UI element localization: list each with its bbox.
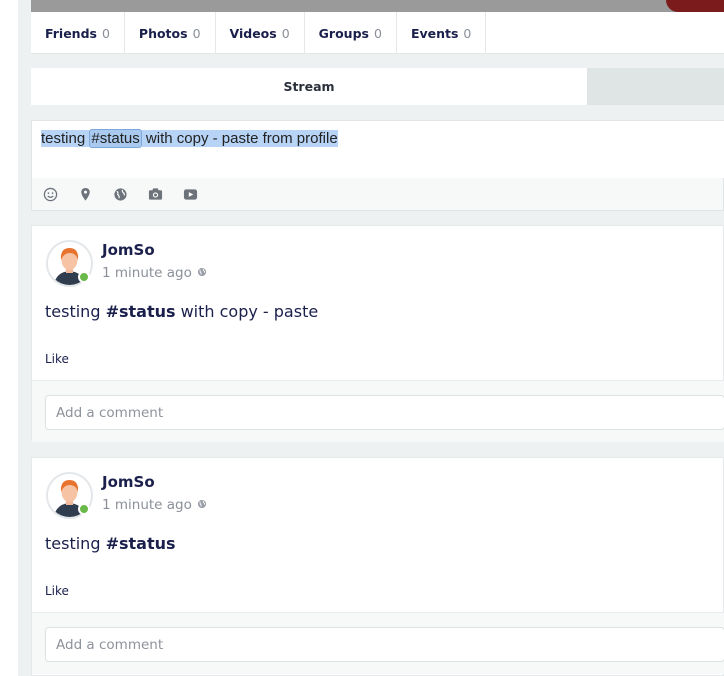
like-button[interactable]: Like	[45, 584, 69, 598]
status-input[interactable]: testing #status with copy - paste from p…	[32, 121, 724, 178]
post-content: testing #status with copy - paste	[45, 302, 318, 321]
camera-icon[interactable]	[146, 185, 164, 203]
tab-count: 0	[281, 25, 290, 41]
tab-count: 0	[192, 25, 201, 41]
tab-count: 0	[101, 25, 110, 41]
post-text: testing	[45, 302, 106, 321]
tab-label: Photos	[138, 25, 188, 41]
post-hashtag[interactable]: #status	[106, 534, 176, 553]
post-meta: 1 minute ago	[102, 497, 207, 513]
left-gutter	[0, 0, 18, 676]
post-content: testing #status	[45, 534, 176, 553]
hashtag-token: #status	[89, 129, 142, 148]
post-timestamp[interactable]: 1 minute ago	[102, 497, 192, 513]
tab-stream[interactable]: Stream	[31, 68, 587, 105]
location-pin-icon[interactable]	[76, 185, 94, 203]
tab-label: Groups	[318, 25, 369, 41]
privacy-globe-icon[interactable]	[197, 497, 207, 513]
like-button[interactable]: Like	[45, 352, 69, 366]
stream-filter-bar: Stream	[31, 68, 724, 105]
comment-input[interactable]	[45, 627, 724, 662]
post-meta: 1 minute ago	[102, 265, 207, 281]
tab-label: Events	[410, 25, 459, 41]
post-author[interactable]: JomSo	[102, 473, 155, 491]
comment-section	[32, 612, 724, 674]
status-composer: testing #status with copy - paste from p…	[31, 120, 724, 211]
privacy-globe-icon[interactable]	[197, 265, 207, 281]
globe-icon[interactable]	[111, 185, 129, 203]
tab-count: 0	[373, 25, 382, 41]
online-status-indicator	[78, 271, 90, 283]
cover-photo-strip	[31, 0, 724, 12]
tab-count: 0	[463, 25, 472, 41]
post-text: with copy - paste	[175, 302, 319, 321]
tab-groups[interactable]: Groups 0	[305, 12, 397, 54]
video-icon[interactable]	[181, 185, 199, 203]
tab-secondary[interactable]	[587, 68, 724, 105]
tab-friends[interactable]: Friends 0	[31, 12, 125, 54]
post-author[interactable]: JomSo	[102, 241, 155, 259]
composer-toolbar	[41, 185, 199, 203]
online-status-indicator	[78, 503, 90, 515]
selected-text: testing	[41, 130, 90, 147]
comment-input[interactable]	[45, 395, 724, 430]
stream-post: JomSo 1 minute ago testing #status Like	[31, 457, 724, 676]
tab-label: Videos	[229, 25, 277, 41]
tab-events[interactable]: Events 0	[397, 12, 487, 54]
selected-text: with copy - paste from profile	[141, 130, 338, 147]
post-timestamp[interactable]: 1 minute ago	[102, 265, 192, 281]
cover-accent	[666, 0, 724, 12]
stream-post: JomSo 1 minute ago testing #status with …	[31, 225, 724, 442]
comment-section	[32, 380, 724, 442]
smiley-icon[interactable]	[41, 185, 59, 203]
tab-videos[interactable]: Videos 0	[216, 12, 305, 54]
tab-photos[interactable]: Photos 0	[125, 12, 216, 54]
profile-tabs: Friends 0 Photos 0 Videos 0 Groups 0 Eve…	[31, 12, 724, 54]
tab-label: Friends	[45, 25, 97, 41]
post-text: testing	[45, 534, 106, 553]
post-hashtag[interactable]: #status	[106, 302, 176, 321]
